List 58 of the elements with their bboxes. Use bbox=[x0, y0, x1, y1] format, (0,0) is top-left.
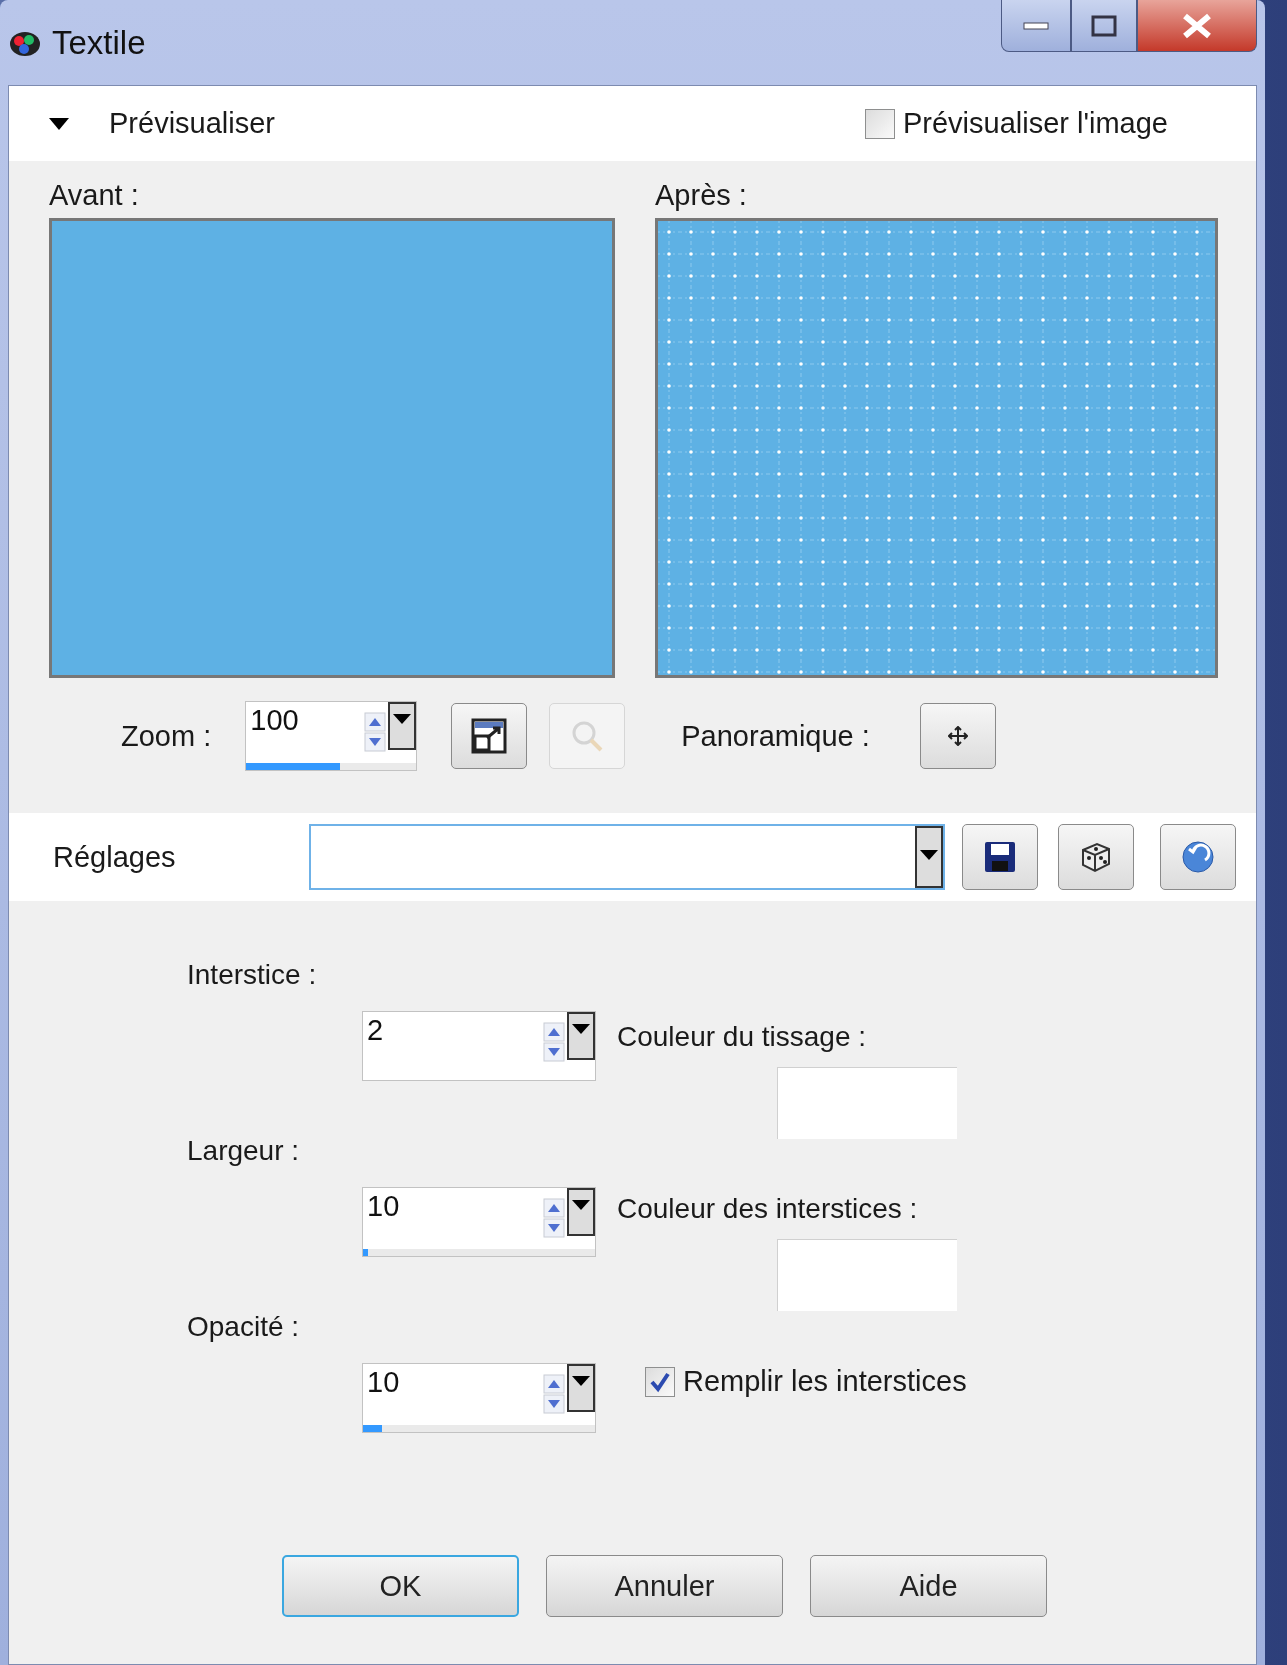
undo-icon bbox=[1181, 840, 1215, 874]
preview-label: Après : bbox=[655, 179, 748, 212]
dialog-button[interactable]: OK bbox=[282, 1555, 519, 1617]
number-spinbox[interactable]: 100 bbox=[245, 701, 418, 771]
spin-arrows-icon[interactable] bbox=[543, 1374, 565, 1414]
checkbox-label: Prévisualiser l'image bbox=[902, 107, 1168, 140]
number-spinbox[interactable]: 10 bbox=[362, 1187, 596, 1257]
field-label: Couleur des interstices : bbox=[617, 1193, 919, 1225]
magnifier-icon bbox=[570, 719, 605, 753]
pan-label: Panoramique : bbox=[681, 719, 870, 753]
spin-arrows-icon[interactable] bbox=[364, 712, 387, 752]
field-label: Interstice : bbox=[187, 959, 318, 991]
close-icon bbox=[1181, 12, 1213, 39]
minimize-icon bbox=[1023, 21, 1049, 30]
checkbox-label: Remplir les interstices bbox=[683, 1365, 967, 1398]
resize-icon bbox=[471, 718, 508, 754]
dialog-button[interactable]: Annuler bbox=[546, 1555, 783, 1617]
dialog-button[interactable]: Aide bbox=[810, 1555, 1047, 1617]
check-icon bbox=[649, 1370, 671, 1393]
color-swatch[interactable] bbox=[777, 1239, 957, 1311]
dropdown-button[interactable] bbox=[567, 1364, 595, 1412]
number-spinbox[interactable]: 10 bbox=[362, 1363, 596, 1433]
minimize-button[interactable] bbox=[1001, 0, 1071, 52]
field-label: Opacité : bbox=[187, 1311, 301, 1343]
save-button[interactable] bbox=[962, 824, 1038, 890]
caret-icon bbox=[393, 714, 412, 724]
field-label: Couleur du tissage : bbox=[617, 1021, 868, 1053]
color-swatch[interactable] bbox=[777, 1067, 957, 1139]
close-button[interactable] bbox=[1137, 0, 1257, 52]
preview-label: Avant : bbox=[49, 179, 140, 212]
window-title: Textile bbox=[52, 23, 146, 62]
collapse-toggle[interactable] bbox=[49, 117, 69, 130]
maximize-icon bbox=[1091, 14, 1117, 37]
dropdown-button[interactable] bbox=[567, 1188, 595, 1236]
move-icon bbox=[947, 726, 968, 746]
dropdown-button[interactable] bbox=[915, 826, 943, 888]
dropdown-button[interactable] bbox=[567, 1012, 595, 1060]
caret-icon bbox=[572, 1200, 590, 1210]
checkbox[interactable] bbox=[645, 1366, 675, 1397]
caret-icon bbox=[49, 117, 69, 130]
checkbox[interactable] bbox=[864, 108, 895, 139]
presets-label: Réglages bbox=[53, 840, 177, 874]
caret-icon bbox=[572, 1376, 590, 1386]
spin-arrows-icon[interactable] bbox=[543, 1198, 565, 1238]
maximize-button[interactable] bbox=[1071, 0, 1137, 52]
caret-icon bbox=[572, 1024, 590, 1034]
number-spinbox[interactable]: 2 bbox=[362, 1011, 596, 1081]
caret-icon bbox=[920, 850, 938, 860]
spin-arrows-icon[interactable] bbox=[543, 1022, 565, 1062]
section-title: Prévisualiser bbox=[109, 107, 275, 140]
dice-icon bbox=[1079, 840, 1113, 874]
zoom-label: Zoom : bbox=[121, 719, 212, 753]
pan-button[interactable] bbox=[919, 703, 996, 769]
randomize-button[interactable] bbox=[1058, 824, 1134, 890]
fit-button[interactable] bbox=[451, 703, 528, 769]
field-label: Largeur : bbox=[187, 1135, 301, 1167]
reset-button[interactable] bbox=[1160, 824, 1236, 890]
dropdown-button[interactable] bbox=[388, 702, 417, 750]
